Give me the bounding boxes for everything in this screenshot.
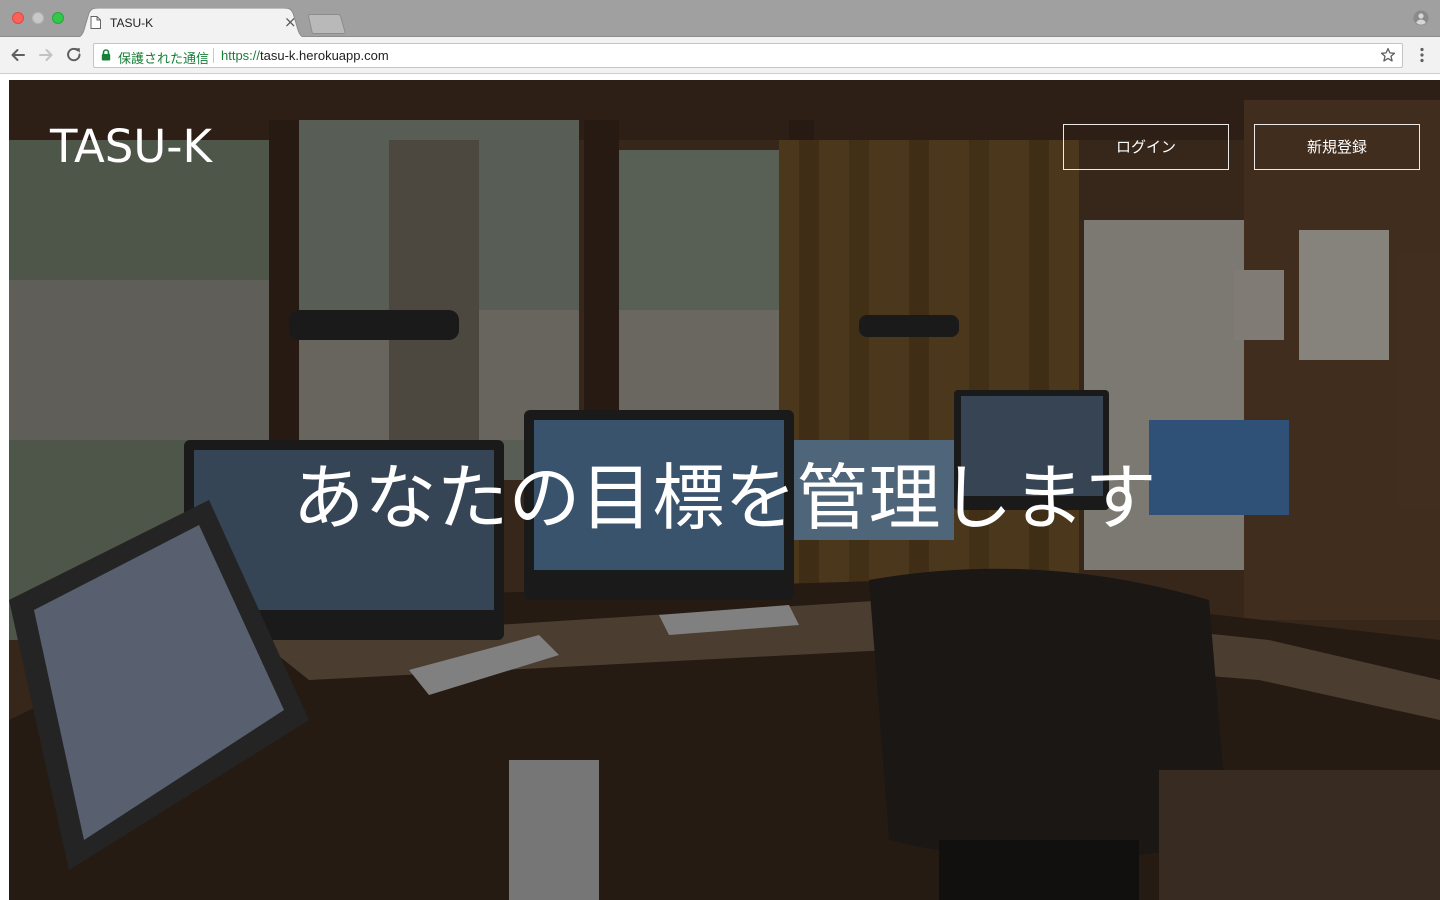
lock-icon [101,49,111,61]
back-arrow-icon[interactable] [8,45,28,65]
new-tab-icon[interactable] [308,14,346,34]
signup-button[interactable]: 新規登録 [1254,124,1420,170]
url-text[interactable]: https://tasu-k.herokuapp.com [221,48,389,63]
page-icon [90,16,101,29]
login-button[interactable]: ログイン [1063,124,1229,170]
browser-toolbar: 保護された通信 https://tasu-k.herokuapp.com [0,37,1440,74]
close-window-button[interactable] [12,12,24,24]
page-viewport: TASU-K ログイン 新規登録 あなたの目標を管理します [0,74,1440,900]
minimize-window-button[interactable] [32,12,44,24]
maximize-window-button[interactable] [52,12,64,24]
hero-section: TASU-K ログイン 新規登録 あなたの目標を管理します [9,80,1440,900]
tab-strip: TASU-K × [0,0,1440,38]
star-icon[interactable] [1380,47,1396,63]
forward-arrow-icon[interactable] [36,45,56,65]
url-host: tasu-k.herokuapp.com [260,48,389,63]
close-icon[interactable]: × [284,13,297,31]
brand-logo[interactable]: TASU-K [50,122,212,172]
reload-icon[interactable] [64,45,84,65]
tab-tasu-k[interactable]: TASU-K × [72,8,310,38]
hero-headline: あなたの目標を管理します [292,456,1157,541]
tab-title: TASU-K [110,16,154,30]
omnibox-divider [213,48,214,63]
url-scheme: https:// [221,48,261,63]
secure-connection-label[interactable]: 保護された通信 [118,48,209,67]
kebab-menu-icon[interactable] [1414,46,1430,64]
address-bar[interactable]: 保護された通信 https://tasu-k.herokuapp.com [93,43,1403,68]
profile-icon[interactable] [1413,10,1429,26]
